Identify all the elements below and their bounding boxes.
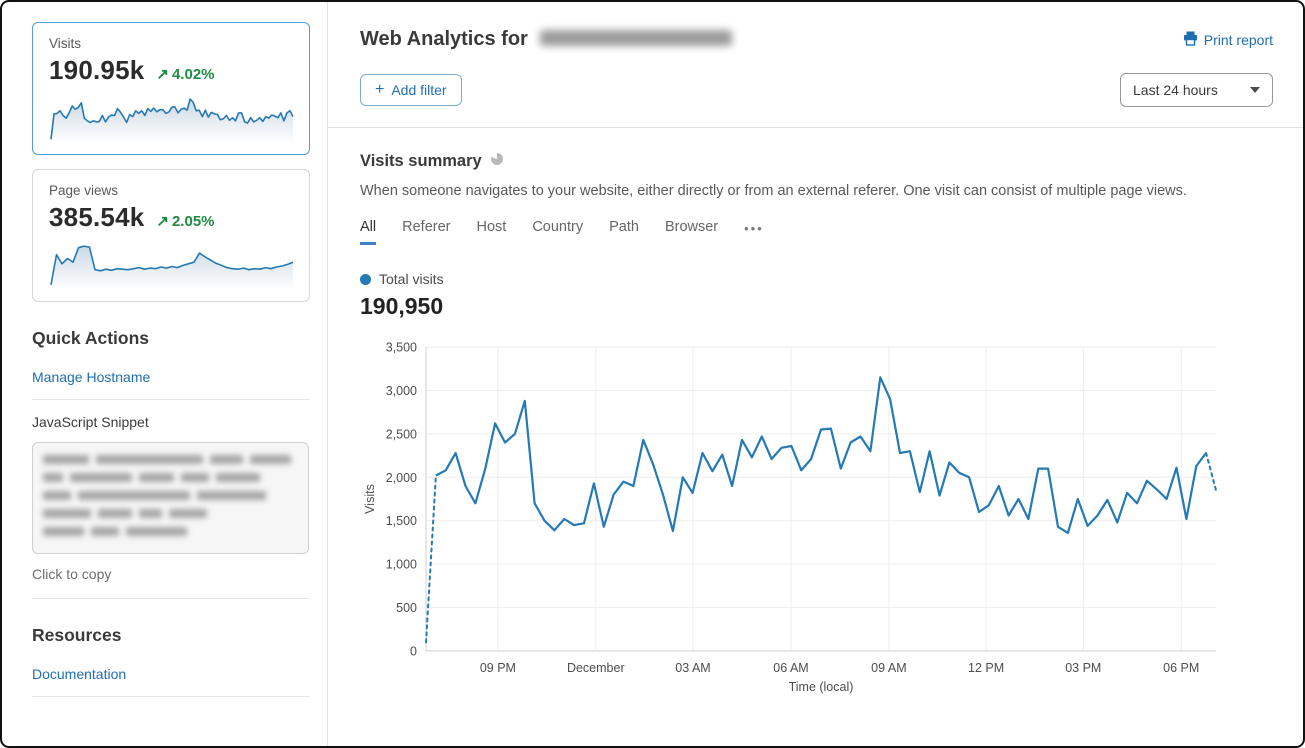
tab-host[interactable]: Host bbox=[476, 219, 506, 245]
print-icon bbox=[1183, 31, 1198, 49]
visits-summary-title: Visits summary bbox=[360, 152, 482, 171]
trend-up-icon: ↗ bbox=[156, 66, 169, 83]
svg-text:Visits: Visits bbox=[363, 484, 377, 514]
visits-summary-section: Visits summary When someone navigates to… bbox=[328, 128, 1303, 704]
resources-heading: Resources bbox=[32, 625, 310, 646]
divider bbox=[32, 696, 310, 697]
svg-text:Time (local): Time (local) bbox=[789, 680, 854, 694]
main-header: Web Analytics for Print report + Add fil… bbox=[328, 2, 1303, 128]
tab-path[interactable]: Path bbox=[609, 219, 639, 245]
chevron-down-icon bbox=[1250, 87, 1260, 93]
legend-dot-icon bbox=[360, 274, 371, 285]
svg-text:500: 500 bbox=[396, 601, 417, 615]
documentation-link[interactable]: Documentation bbox=[32, 664, 310, 696]
svg-text:1,500: 1,500 bbox=[386, 514, 417, 528]
tab-browser[interactable]: Browser bbox=[665, 219, 718, 245]
metric-delta: ↗4.02% bbox=[156, 65, 214, 83]
divider bbox=[32, 399, 310, 400]
print-report-button[interactable]: Print report bbox=[1183, 31, 1273, 49]
svg-text:1,000: 1,000 bbox=[386, 558, 417, 572]
tab-country[interactable]: Country bbox=[532, 219, 583, 245]
tab-referer[interactable]: Referer bbox=[402, 219, 450, 245]
app-window: Visits 190.95k ↗4.02% Page views 385.54k… bbox=[0, 0, 1305, 748]
pie-chart-help-icon[interactable] bbox=[490, 152, 504, 171]
svg-text:03 AM: 03 AM bbox=[675, 661, 710, 675]
metric-value: 385.54k bbox=[49, 202, 144, 233]
javascript-snippet-box[interactable] bbox=[32, 442, 309, 554]
redacted-code bbox=[43, 455, 298, 536]
more-options-icon[interactable]: ••• bbox=[744, 221, 764, 243]
tab-all[interactable]: All bbox=[360, 219, 376, 245]
metric-label: Visits bbox=[49, 36, 293, 51]
svg-text:3,500: 3,500 bbox=[386, 341, 417, 355]
metric-delta: ↗2.05% bbox=[156, 212, 214, 230]
divider bbox=[32, 598, 310, 599]
visits-line-chart: 0 500 1,000 1,500 2,000 2,500 3,000 3,500 09 PM D… bbox=[356, 334, 1273, 704]
svg-text:06 AM: 06 AM bbox=[773, 661, 808, 675]
time-range-select[interactable]: Last 24 hours bbox=[1120, 73, 1273, 107]
dimension-tabs: All Referer Host Country Path Browser ••… bbox=[360, 219, 1273, 245]
svg-text:12 PM: 12 PM bbox=[968, 661, 1004, 675]
click-to-copy-hint: Click to copy bbox=[32, 566, 310, 582]
svg-text:09 AM: 09 AM bbox=[871, 661, 906, 675]
quick-actions-heading: Quick Actions bbox=[32, 328, 310, 349]
svg-text:06 PM: 06 PM bbox=[1163, 661, 1199, 675]
metric-value: 190.95k bbox=[49, 55, 144, 86]
total-visits-value: 190,950 bbox=[360, 293, 1273, 320]
redacted-domain bbox=[540, 30, 732, 46]
svg-text:December: December bbox=[567, 661, 625, 675]
page-views-sparkline bbox=[49, 239, 293, 291]
add-filter-button[interactable]: + Add filter bbox=[360, 74, 462, 106]
visits-summary-description: When someone navigates to your website, … bbox=[360, 183, 1273, 199]
svg-text:3,000: 3,000 bbox=[386, 384, 417, 398]
metric-card-visits[interactable]: Visits 190.95k ↗4.02% bbox=[32, 22, 310, 155]
page-title: Web Analytics for bbox=[360, 28, 732, 51]
chart-legend: Total visits bbox=[360, 271, 1273, 287]
svg-text:03 PM: 03 PM bbox=[1065, 661, 1101, 675]
visits-sparkline bbox=[49, 92, 293, 144]
main-panel: Web Analytics for Print report + Add fil… bbox=[327, 2, 1303, 746]
manage-hostname-link[interactable]: Manage Hostname bbox=[32, 367, 310, 399]
plus-icon: + bbox=[375, 82, 384, 98]
legend-label: Total visits bbox=[379, 271, 444, 287]
svg-text:2,000: 2,000 bbox=[386, 471, 417, 485]
sidebar: Visits 190.95k ↗4.02% Page views 385.54k… bbox=[2, 2, 327, 746]
svg-text:2,500: 2,500 bbox=[386, 427, 417, 441]
javascript-snippet-label: JavaScript Snippet bbox=[32, 414, 310, 430]
metric-card-page-views[interactable]: Page views 385.54k ↗2.05% bbox=[32, 169, 310, 302]
trend-up-icon: ↗ bbox=[156, 213, 169, 230]
svg-text:0: 0 bbox=[410, 645, 417, 659]
metric-label: Page views bbox=[49, 183, 293, 198]
svg-text:09 PM: 09 PM bbox=[480, 661, 516, 675]
